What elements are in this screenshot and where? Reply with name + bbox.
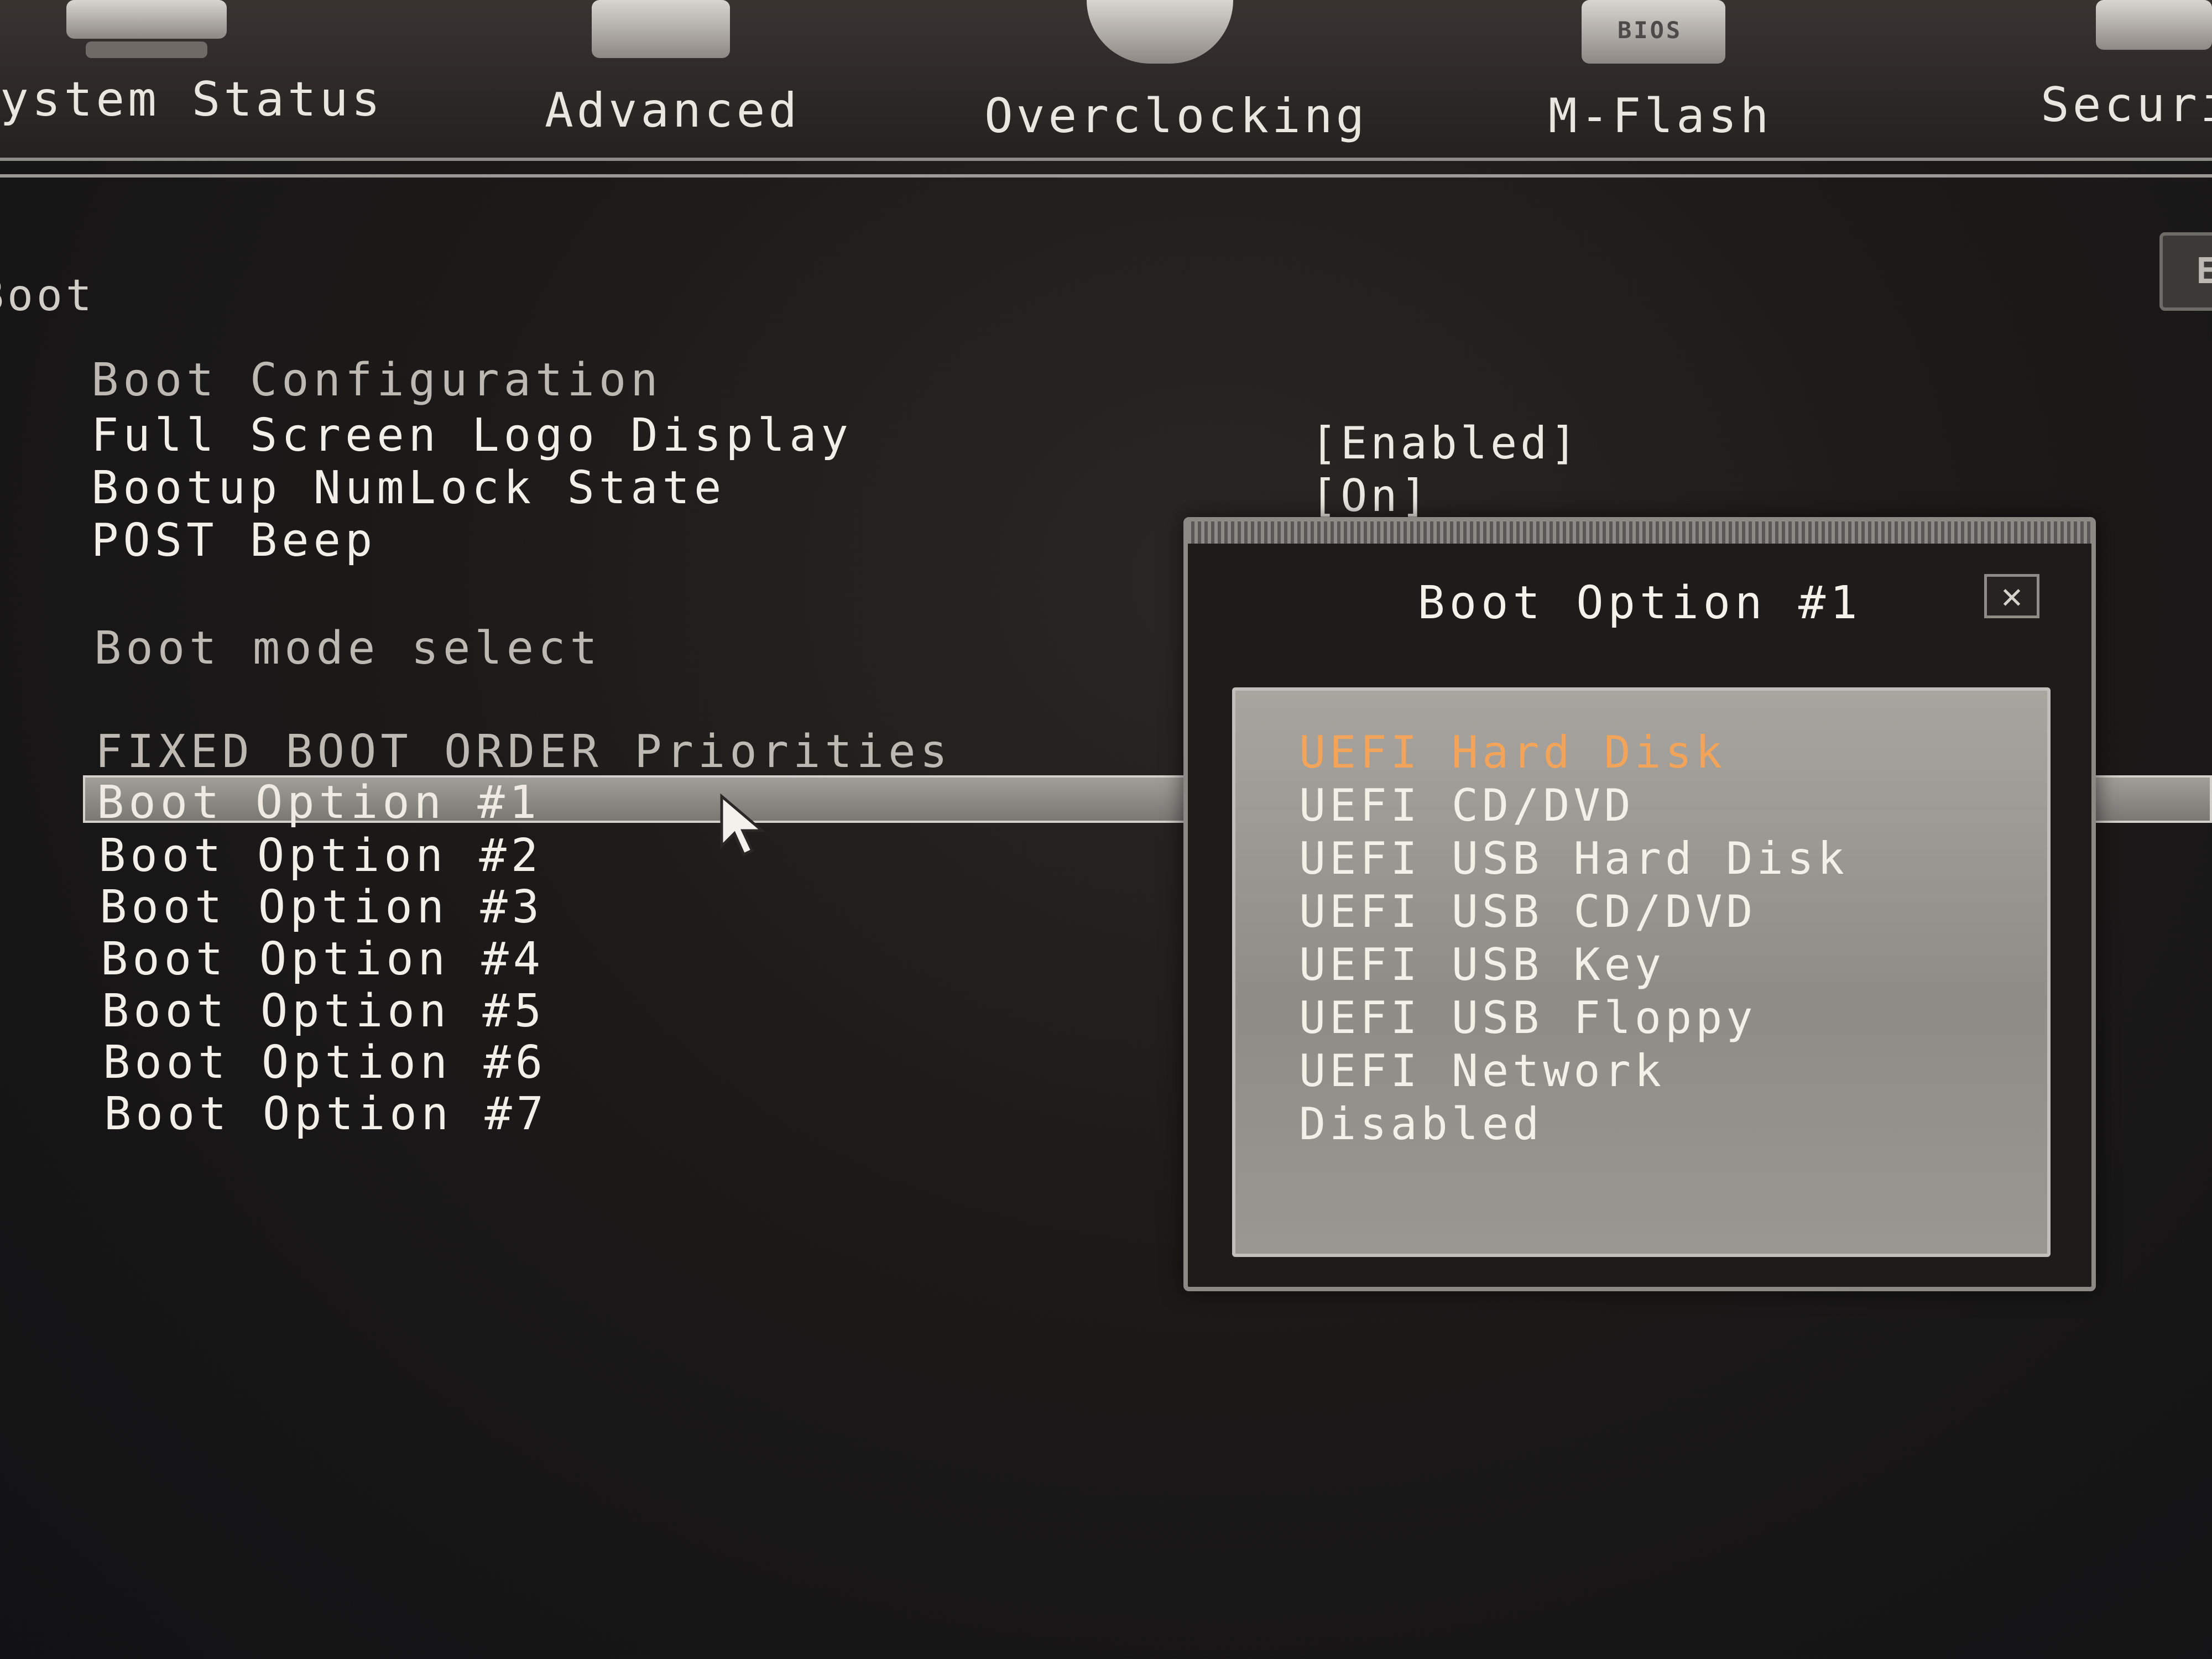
setting-numlock-value[interactable]: [On] bbox=[1311, 470, 1431, 521]
setting-full-screen-logo-value[interactable]: [Enabled] bbox=[1311, 418, 1580, 469]
tab-label: Overclocking bbox=[984, 88, 1368, 144]
boot-mode-select-heading: Boot mode select bbox=[94, 622, 602, 675]
tab-label: ystem Status bbox=[0, 72, 384, 127]
mouse-cursor-icon bbox=[720, 794, 766, 857]
popup-option-list: UEFI Hard Disk UEFI CD/DVD UEFI USB Hard… bbox=[1232, 687, 2051, 1257]
side-panel-button[interactable]: E bbox=[2159, 232, 2212, 311]
monitor-icon bbox=[66, 0, 227, 39]
divider bbox=[0, 174, 2212, 178]
option-uefi-usb-floppy[interactable]: UEFI USB Floppy bbox=[1299, 992, 1756, 1044]
monitor-stand-icon bbox=[86, 41, 207, 58]
setting-full-screen-logo[interactable]: Full Screen Logo Display bbox=[91, 409, 853, 462]
boot-option-2[interactable]: Boot Option #2 bbox=[98, 830, 542, 882]
option-uefi-usb-cd-dvd[interactable]: UEFI USB CD/DVD bbox=[1299, 886, 1756, 937]
popup-grip bbox=[1188, 521, 2091, 544]
boot-option-6[interactable]: Boot Option #6 bbox=[103, 1036, 547, 1089]
option-uefi-hard-disk[interactable]: UEFI Hard Disk bbox=[1299, 727, 1726, 778]
sliders-icon bbox=[592, 0, 730, 58]
boot-option-4[interactable]: Boot Option #4 bbox=[101, 933, 545, 985]
boot-option-5[interactable]: Boot Option #5 bbox=[102, 985, 546, 1037]
option-uefi-cd-dvd[interactable]: UEFI CD/DVD bbox=[1299, 780, 1635, 831]
gauge-icon bbox=[1087, 0, 1233, 64]
bios-chip-label: BIOS bbox=[1618, 17, 1683, 44]
tab-label: Securi bbox=[2041, 77, 2212, 133]
tab-label: M-Flash bbox=[1548, 88, 1772, 144]
top-navigation-bar: ystem Status Advanced Overclocking BIOS … bbox=[0, 0, 2212, 161]
boot-option-7[interactable]: Boot Option #7 bbox=[104, 1088, 548, 1140]
boot-configuration-heading: Boot Configuration bbox=[91, 354, 662, 406]
fixed-boot-order-heading: FIXED BOOT ORDER Priorities bbox=[95, 726, 952, 778]
boot-option-1[interactable]: Boot Option #1 bbox=[97, 776, 541, 829]
setting-post-beep[interactable]: POST Beep bbox=[91, 514, 377, 567]
lock-icon bbox=[2096, 0, 2212, 50]
side-panel-button-label: E bbox=[2196, 251, 2212, 292]
boot-option-popup: Boot Option #1 ✕ UEFI Hard Disk UEFI CD/… bbox=[1183, 517, 2096, 1291]
close-icon[interactable]: ✕ bbox=[1984, 574, 2039, 618]
boot-option-3[interactable]: Boot Option #3 bbox=[100, 881, 544, 933]
tab-label: Advanced bbox=[545, 83, 801, 138]
option-disabled[interactable]: Disabled bbox=[1299, 1098, 1543, 1150]
setting-numlock[interactable]: Bootup NumLock State bbox=[91, 462, 726, 514]
option-uefi-usb-hard-disk[interactable]: UEFI USB Hard Disk bbox=[1299, 833, 1848, 884]
popup-title: Boot Option #1 bbox=[1417, 577, 1862, 629]
option-uefi-network[interactable]: UEFI Network bbox=[1299, 1045, 1665, 1097]
option-uefi-usb-key[interactable]: UEFI USB Key bbox=[1299, 939, 1665, 990]
section-title: Boot bbox=[0, 271, 95, 321]
